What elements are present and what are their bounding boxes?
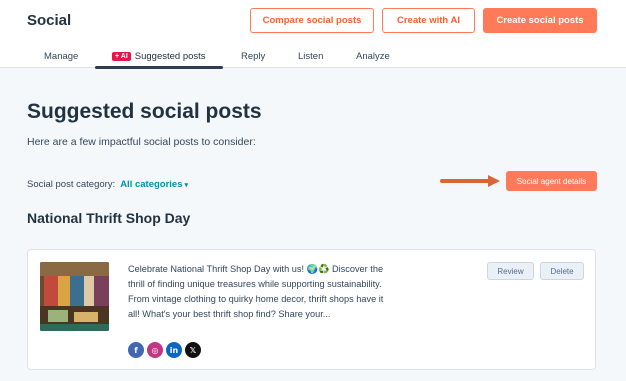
page-title: Suggested social posts <box>27 100 262 123</box>
linkedin-icon[interactable]: in <box>166 342 182 358</box>
post-text: Celebrate National Thrift Shop Day with … <box>128 264 384 319</box>
facebook-icon[interactable]: f <box>128 342 144 358</box>
chevron-down-icon: ▾ <box>184 181 189 189</box>
instagram-icon[interactable]: ◎ <box>147 342 163 358</box>
tab-bar: Manage + AI Suggested posts Reply Listen… <box>0 42 626 69</box>
social-networks: f ◎ in 𝕏 <box>128 342 204 358</box>
post-thumbnail <box>40 262 109 331</box>
ai-badge: + AI <box>112 51 131 61</box>
tab-manage[interactable]: Manage <box>44 46 78 66</box>
review-button[interactable]: Review <box>487 262 534 280</box>
suggested-post-card: Celebrate National Thrift Shop Day with … <box>27 249 596 370</box>
tab-analyze[interactable]: Analyze <box>356 46 390 66</box>
tab-reply[interactable]: Reply <box>241 46 265 66</box>
top-header: Social Compare social posts Create with … <box>0 0 626 69</box>
category-filter: Social post category: All categories ▾ <box>27 179 188 190</box>
category-label: Social post category: <box>27 179 116 190</box>
create-with-ai-button[interactable]: Create with AI <box>382 8 475 33</box>
tab-suggested-posts[interactable]: + AI Suggested posts <box>112 46 206 66</box>
app-title: Social <box>27 12 72 29</box>
arrow-annotation-icon <box>440 175 500 187</box>
section-title: National Thrift Shop Day <box>27 210 191 226</box>
x-icon[interactable]: 𝕏 <box>185 342 201 358</box>
create-social-posts-button[interactable]: Create social posts <box>483 8 597 33</box>
social-agent-details-button[interactable]: Social agent details <box>506 171 597 191</box>
category-dropdown[interactable]: All categories ▾ <box>120 179 188 190</box>
page-subtitle: Here are a few impactful social posts to… <box>27 136 256 148</box>
compare-social-posts-button[interactable]: Compare social posts <box>250 8 374 33</box>
delete-button[interactable]: Delete <box>540 262 584 280</box>
tab-listen[interactable]: Listen <box>298 46 323 66</box>
